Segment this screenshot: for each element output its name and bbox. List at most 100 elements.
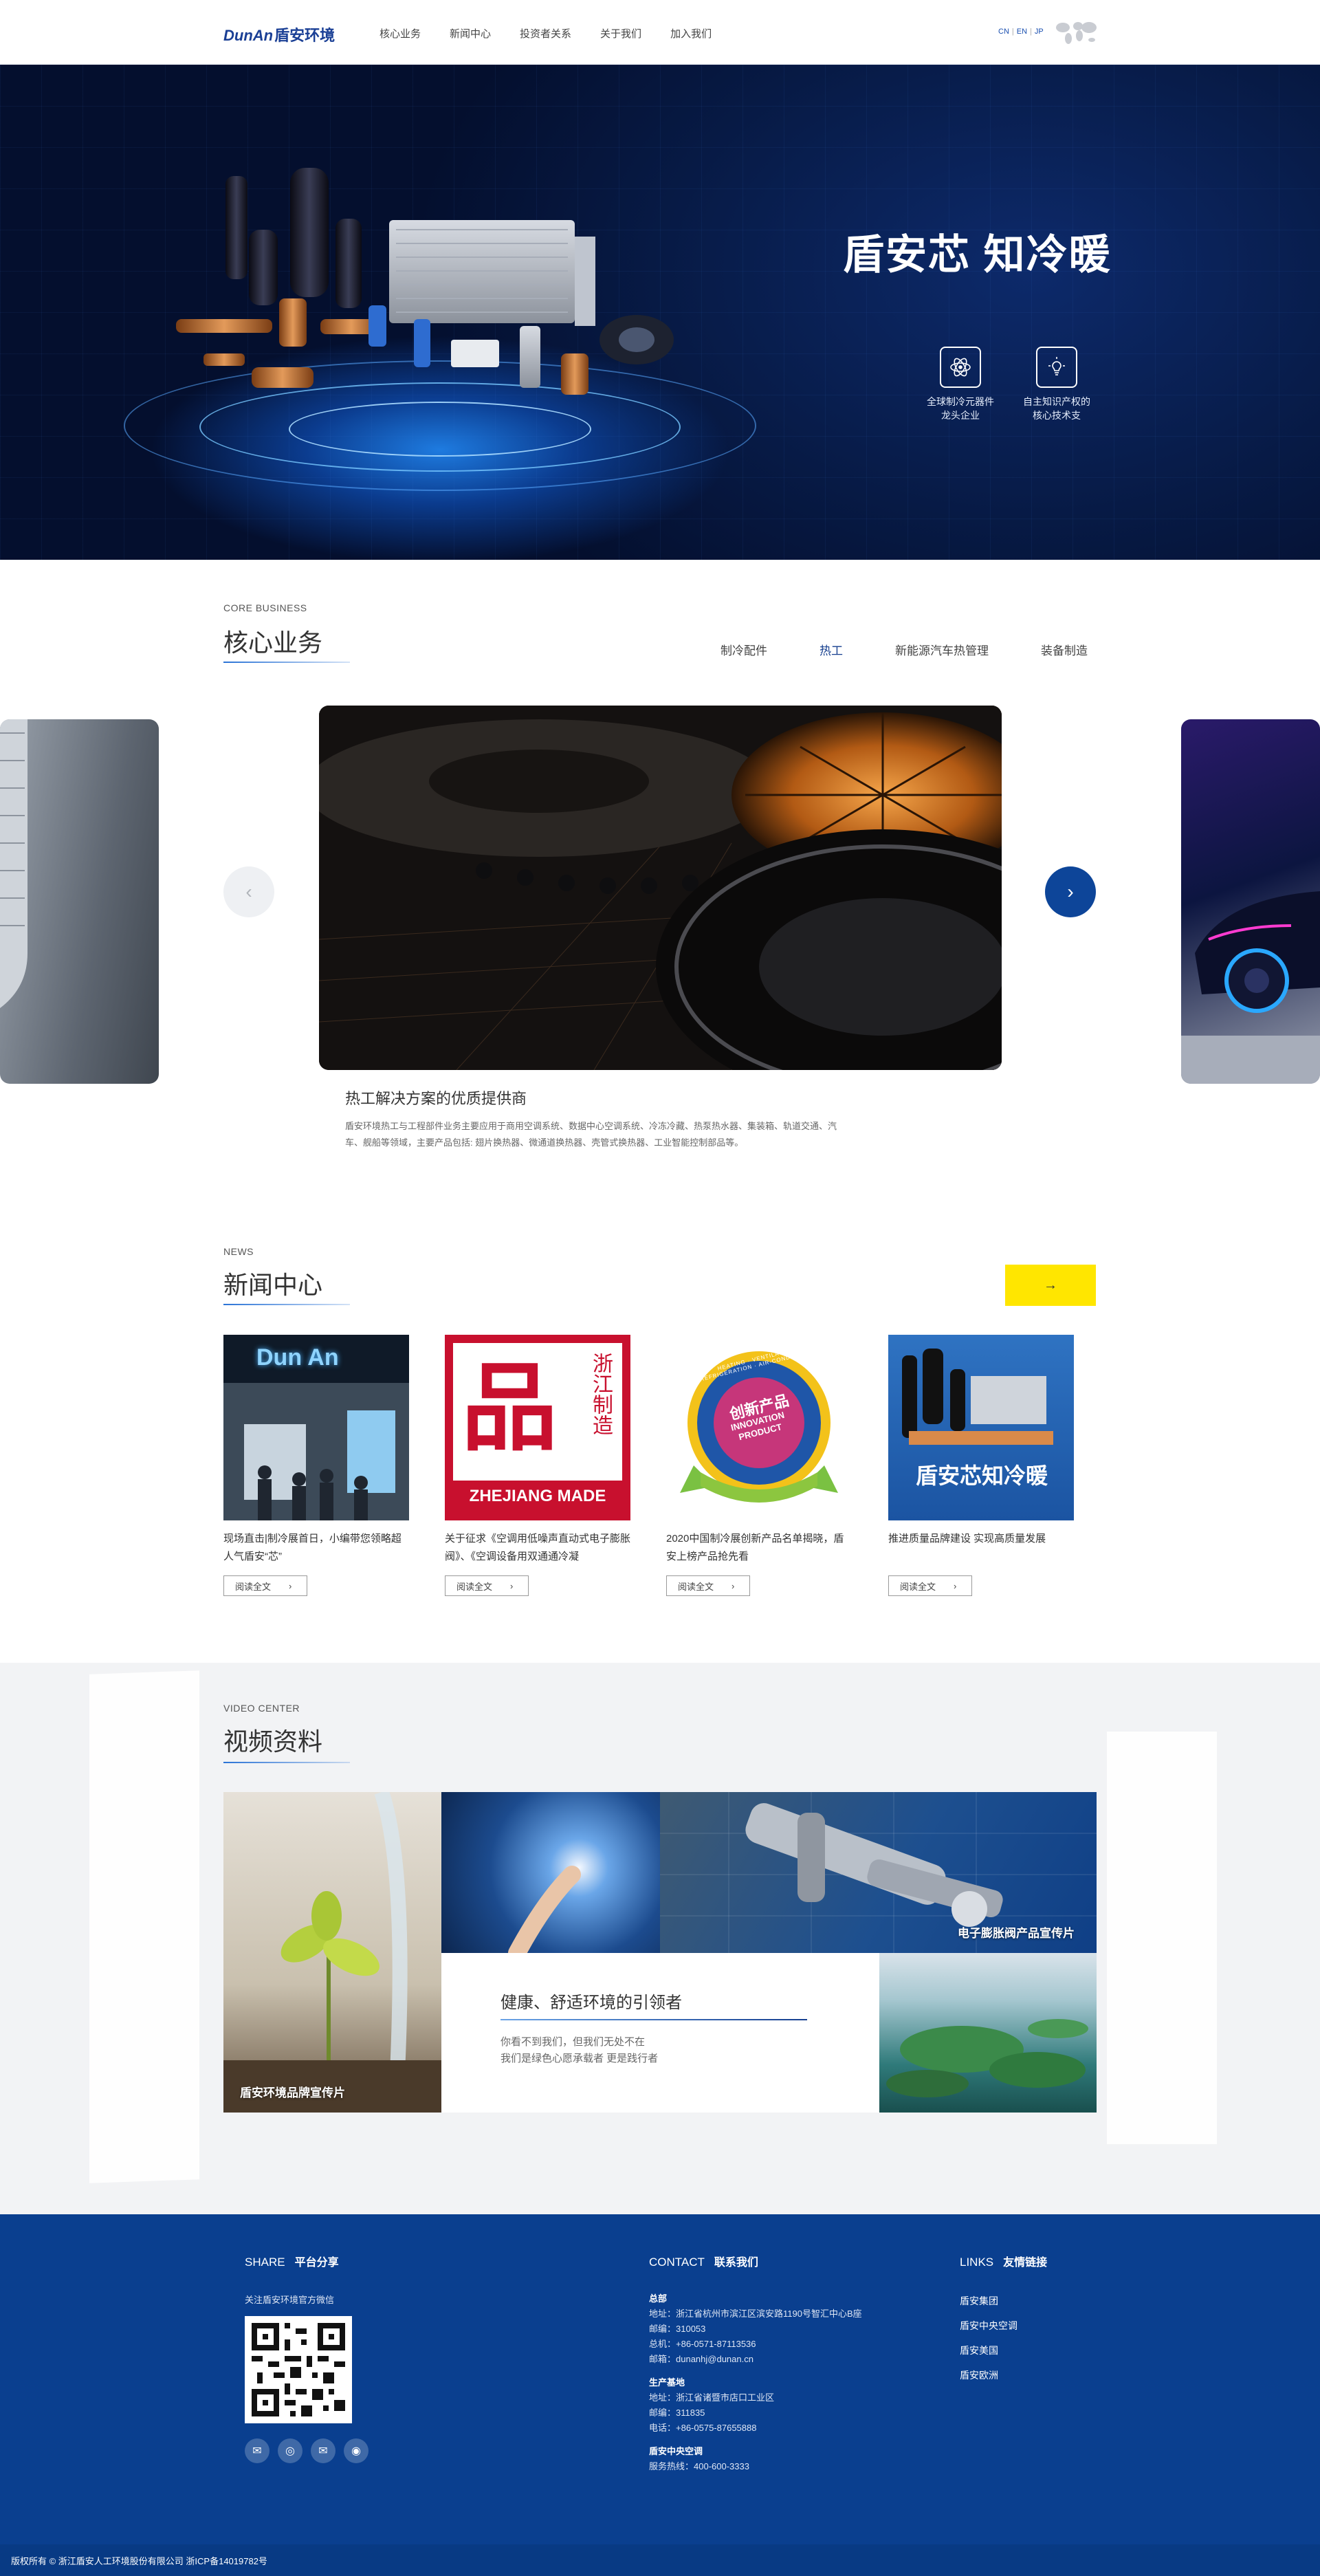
atom-icon bbox=[940, 347, 981, 388]
lang-jp[interactable]: JP bbox=[1035, 28, 1044, 36]
production-zip: 邮编：311835 bbox=[649, 2408, 705, 2418]
video-label: 电子膨胀阀产品宣传片 bbox=[958, 1927, 1075, 1940]
thermal-product-image bbox=[319, 706, 1002, 1070]
logo-en: DunAn bbox=[223, 27, 274, 44]
production-address: 地址：浙江省诸暨市店口工业区 bbox=[649, 2392, 775, 2403]
qq-icon[interactable]: ◉ bbox=[344, 2438, 368, 2463]
carousel-next-card[interactable] bbox=[1181, 719, 1320, 1084]
carousel-prev-button[interactable]: ‹ bbox=[223, 866, 274, 917]
carousel-prev-card[interactable] bbox=[0, 719, 159, 1084]
ac-title: 盾安中央空调 bbox=[649, 2446, 703, 2456]
news-section-title: 新闻中心 bbox=[223, 1271, 323, 1299]
video-card-brand[interactable]: 盾安环境品牌宣传片 bbox=[223, 1792, 441, 2113]
link-dunan-europe[interactable]: 盾安欧洲 bbox=[960, 2368, 1018, 2382]
hq-title: 总部 bbox=[649, 2293, 668, 2304]
read-more-label: 阅读全文 bbox=[456, 1581, 493, 1592]
core-item-desc: 盾安环境热工与工程部件业务主要应用于商用空调系统、数据中心空调系统、冷冻冷藏、热… bbox=[345, 1121, 837, 1148]
social-icons: ✉ ◎ ✉ ◉ bbox=[245, 2438, 368, 2463]
hero-feature: 全球制冷元器件 龙头企业 bbox=[916, 347, 1005, 422]
chevron-right-icon: › bbox=[289, 1580, 292, 1591]
video-label: 盾安环境品牌宣传片 bbox=[240, 2086, 345, 2099]
lang-en[interactable]: EN bbox=[1017, 28, 1027, 36]
chevron-right-icon: › bbox=[732, 1580, 735, 1591]
hq-mail[interactable]: 邮箱：dunanhj@dunan.cn bbox=[649, 2352, 876, 2367]
nav-investor[interactable]: 投资者关系 bbox=[520, 26, 571, 41]
hq-tel: 总机：+86-0571-87113536 bbox=[649, 2339, 756, 2349]
link-dunan-usa[interactable]: 盾安美国 bbox=[960, 2344, 1018, 2357]
page: DunAn盾安环境 核心业务 新闻中心 投资者关系 关于我们 加入我们 CN | … bbox=[0, 0, 1320, 2576]
nav-join[interactable]: 加入我们 bbox=[670, 26, 712, 41]
ac-hotline: 服务热线：400-600-3333 bbox=[649, 2461, 749, 2471]
mail-icon[interactable]: ✉ bbox=[311, 2438, 336, 2463]
video-sub1: 你看不到我们，但我们无处不在 bbox=[500, 2036, 646, 2048]
carousel-main-card[interactable] bbox=[319, 706, 1002, 1070]
link-dunan-ac[interactable]: 盾安中央空调 bbox=[960, 2319, 1018, 2333]
news-title[interactable]: 关于征求《空调用低噪声直动式电子膨胀阀》、《空调设备用双通通冷凝 bbox=[445, 1530, 630, 1566]
car-image bbox=[1181, 891, 1320, 1084]
carousel-next-button[interactable]: › bbox=[1045, 866, 1096, 917]
news-image: 创新产品 INNOVATION PRODUCT HEATING · VENTIL… bbox=[666, 1335, 852, 1520]
news-card[interactable]: 创新产品 INNOVATION PRODUCT HEATING · VENTIL… bbox=[666, 1335, 852, 1596]
news-more-button[interactable]: → bbox=[1005, 1265, 1096, 1306]
link-dunan-group[interactable]: 盾安集团 bbox=[960, 2294, 1018, 2308]
hero-ring bbox=[289, 402, 591, 457]
hero-feature-line1: 全球制冷元器件 bbox=[927, 396, 994, 407]
share-en: SHARE bbox=[245, 2256, 285, 2269]
video-bg-shape bbox=[1107, 1732, 1217, 2144]
core-section-en: CORE BUSINESS bbox=[223, 602, 307, 613]
lang-cn[interactable]: CN bbox=[998, 28, 1009, 36]
production-tel: 电话：+86-0575-87655888 bbox=[649, 2423, 757, 2433]
read-more-button[interactable]: 阅读全文 › bbox=[666, 1575, 750, 1596]
news-title[interactable]: 推进质量品牌建设 实现高质量发展 bbox=[888, 1530, 1074, 1566]
news-card[interactable]: 盾安芯知冷暖 推进质量品牌建设 实现高质量发展 阅读全文 › bbox=[888, 1335, 1074, 1596]
hq-address: 地址：浙江省杭州市滨江区滨安路1190号智汇中心B座 bbox=[649, 2308, 862, 2319]
read-more-label: 阅读全文 bbox=[678, 1581, 714, 1592]
tab-refrigeration-parts[interactable]: 制冷配件 bbox=[720, 641, 767, 658]
contact-en: CONTACT bbox=[649, 2256, 705, 2269]
wechat-icon[interactable]: ✉ bbox=[245, 2438, 270, 2463]
footer-links-heading: LINKS 友情链接 bbox=[960, 2253, 1047, 2269]
hero-title: 盾安芯 知冷暖 bbox=[843, 232, 1112, 278]
language-switch: CN | EN | JP bbox=[998, 28, 1044, 36]
world-map-icon[interactable] bbox=[1053, 17, 1099, 47]
news-title[interactable]: 2020中国制冷展创新产品名单揭晓，盾安上榜产品抢先看 bbox=[666, 1530, 852, 1566]
zhejiang-made-emblem: 品 bbox=[461, 1352, 558, 1465]
nav-about[interactable]: 关于我们 bbox=[600, 26, 641, 41]
video-card-landscape[interactable] bbox=[879, 1953, 1097, 2113]
heat-exchanger-image bbox=[0, 719, 28, 1008]
news-image-slogan: 盾安芯知冷暖 bbox=[915, 1463, 1048, 1489]
news-image-sign: Dun An bbox=[256, 1344, 339, 1371]
hq-zip: 邮编：310053 bbox=[649, 2324, 706, 2334]
share-cn: 平台分享 bbox=[294, 2257, 339, 2269]
read-more-button[interactable]: 阅读全文 › bbox=[445, 1575, 529, 1596]
contact-cn: 联系我们 bbox=[714, 2257, 758, 2269]
zhejiang-made-cn: 浙江制造 bbox=[589, 1353, 612, 1435]
hero-feature: 自主知识产权的 核心技术支 bbox=[1012, 347, 1101, 422]
tab-nev-thermal[interactable]: 新能源汽车热管理 bbox=[895, 641, 989, 658]
read-more-button[interactable]: 阅读全文 › bbox=[223, 1575, 307, 1596]
wechat-follow-text: 关注盾安环境官方微信 bbox=[245, 2295, 335, 2305]
site-footer: SHARE 平台分享 关注盾安环境官方微信 CONTACT 联系我们 总部 地址：浙… bbox=[0, 2214, 1320, 2544]
nav-news[interactable]: 新闻中心 bbox=[450, 26, 491, 41]
news-card[interactable]: Dun An 现场直击|制冷展首日，小编带您领略超人气盾安“芯” 阅读全文 › bbox=[223, 1335, 409, 1596]
video-card-valve[interactable]: 电子膨胀阀产品宣传片 bbox=[660, 1792, 1097, 1953]
core-item-title: 热工解决方案的优质提供商 bbox=[345, 1090, 527, 1107]
video-bg-shape bbox=[89, 1670, 199, 2183]
arrow-right-icon: → bbox=[1044, 1277, 1057, 1293]
tab-thermal[interactable]: 热工 bbox=[820, 641, 843, 658]
read-more-label: 阅读全文 bbox=[900, 1581, 936, 1592]
tab-equipment[interactable]: 装备制造 bbox=[1041, 641, 1088, 658]
hero-feature-line2: 核心技术支 bbox=[1033, 410, 1081, 421]
weibo-icon[interactable]: ◎ bbox=[278, 2438, 302, 2463]
video-slogan: 健康、舒适环境的引领者 bbox=[500, 1994, 682, 2012]
read-more-button[interactable]: 阅读全文 › bbox=[888, 1575, 972, 1596]
core-tabs: 制冷配件 热工 新能源汽车热管理 装备制造 bbox=[720, 641, 1088, 658]
news-card[interactable]: 品 浙江制造 ZHEJIANG MADE 关于征求《空调用低噪声直动式电子膨胀阀… bbox=[445, 1335, 630, 1596]
news-title[interactable]: 现场直击|制冷展首日，小编带您领略超人气盾安“芯” bbox=[223, 1530, 409, 1566]
hero-feature-line1: 自主知识产权的 bbox=[1023, 396, 1090, 407]
nav-core-business[interactable]: 核心业务 bbox=[380, 26, 421, 41]
video-card-tech[interactable] bbox=[441, 1792, 660, 1953]
logo[interactable]: DunAn盾安环境 bbox=[223, 23, 335, 45]
contact-block: 总部 地址：浙江省杭州市滨江区滨安路1190号智汇中心B座 邮编：310053 … bbox=[649, 2291, 876, 2474]
video-section-title: 视频资料 bbox=[223, 1727, 323, 1756]
